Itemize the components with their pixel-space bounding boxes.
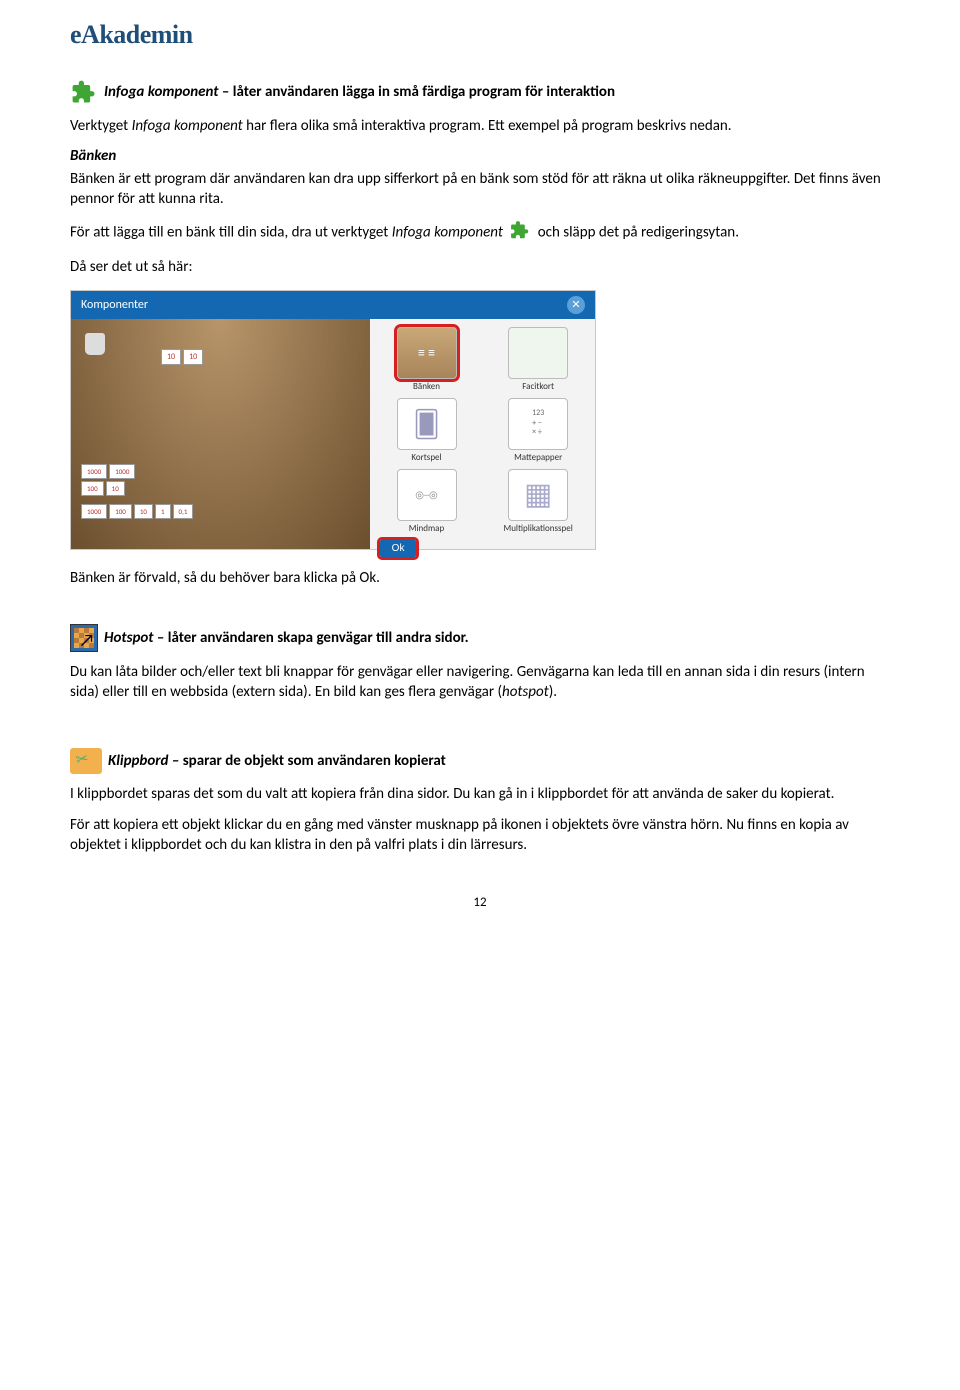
komponenter-title: Komponenter (81, 298, 148, 312)
komp-item-mattepapper[interactable]: Mattepapper (487, 398, 589, 463)
komponenter-dialog: Komponenter ✕ 10 10 1000 1000 100 10 100… (70, 290, 596, 550)
section-klippbord-title: Klippbord – sparar de objekt som använda… (108, 752, 446, 770)
page-number: 12 (70, 895, 890, 910)
clipboard-icon (70, 748, 102, 774)
section-infoga-title: Infoga komponent – låter användaren lägg… (104, 83, 615, 101)
section-infoga-head: Infoga komponent – låter användaren lägg… (70, 78, 890, 106)
puzzle-icon-inline (509, 219, 531, 241)
klippbord-p2: För att kopiera ett objekt klickar du en… (70, 815, 890, 856)
komp-item-multiplikation[interactable]: Multiplikationsspel (487, 469, 589, 534)
close-icon[interactable]: ✕ (567, 296, 585, 314)
mattepapper-thumb (508, 398, 568, 450)
banken-thumb (397, 327, 457, 379)
section1-p1: Verktyget Infoga komponent har flera oli… (70, 116, 890, 136)
komp-item-mindmap[interactable]: Mindmap (376, 469, 478, 534)
komponenter-preview: 10 10 1000 1000 100 10 1000 100 10 1 0,1 (71, 319, 370, 549)
banken-body: Bänken är ett program där användaren kan… (70, 169, 890, 210)
komp-item-facitkort[interactable]: Facitkort (487, 327, 589, 392)
logo: eAkademin (70, 20, 890, 50)
kortspel-thumb (397, 398, 457, 450)
banken-heading: Bänken (70, 146, 890, 166)
klippbord-p1: I klippbordet sparas det som du valt att… (70, 784, 890, 804)
komponenter-header: Komponenter ✕ (71, 291, 595, 319)
then-text: Då ser det ut så här: (70, 257, 890, 277)
section-klippbord-head: Klippbord – sparar de objekt som använda… (70, 748, 890, 774)
multiplikation-thumb (508, 469, 568, 521)
preview-top-cards: 10 10 (161, 349, 203, 365)
section-hotspot-title: Hotspot – låter användaren skapa genväga… (104, 629, 469, 647)
ok-button[interactable]: Ok (380, 540, 417, 557)
komp-item-kortspel[interactable]: Kortspel (376, 398, 478, 463)
facitkort-thumb (508, 327, 568, 379)
drag-instruction: För att lägga till en bänk till din sida… (70, 219, 890, 247)
komp-item-banken[interactable]: Bänken (376, 327, 478, 392)
cup-icon (85, 333, 105, 355)
hotspot-icon (70, 624, 98, 652)
after-screenshot: Bänken är förvald, så du behöver bara kl… (70, 568, 890, 588)
preview-cards: 1000 1000 100 10 1000 100 10 1 0,1 (81, 464, 193, 519)
section-hotspot-head: Hotspot – låter användaren skapa genväga… (70, 624, 890, 652)
komponenter-panel: Bänken Facitkort Kortspel Mattepapper Mi… (370, 319, 595, 549)
puzzle-icon (70, 78, 98, 106)
hotspot-body: Du kan låta bilder och/eller text bli kn… (70, 662, 890, 703)
mindmap-thumb (397, 469, 457, 521)
